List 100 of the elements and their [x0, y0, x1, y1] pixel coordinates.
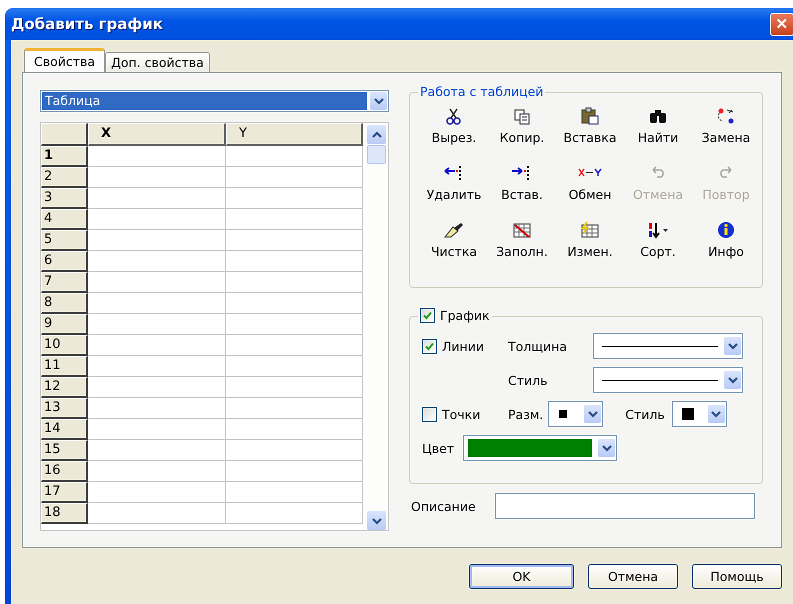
- row-header[interactable]: 8: [41, 293, 88, 314]
- table-cell[interactable]: [88, 167, 226, 188]
- row-header[interactable]: 11: [41, 356, 88, 377]
- table-cell[interactable]: [88, 251, 226, 272]
- scroll-up-icon[interactable]: [367, 125, 386, 144]
- checkbox-label: Точки: [442, 406, 480, 422]
- tab[interactable]: Свойства: [24, 48, 106, 72]
- table-cell[interactable]: [226, 230, 363, 251]
- table-cell[interactable]: [88, 482, 226, 503]
- field-label: Описание: [411, 498, 476, 514]
- row-header[interactable]: 3: [41, 188, 88, 209]
- table-cell[interactable]: [88, 293, 226, 314]
- table-cell[interactable]: [226, 209, 363, 230]
- corner-header: [41, 123, 88, 146]
- checkbox[interactable]: [422, 406, 437, 422]
- line-thickness-dropdown[interactable]: [593, 333, 743, 359]
- scroll-thumb[interactable]: [367, 145, 386, 164]
- table-cell[interactable]: [226, 461, 363, 482]
- table-cell[interactable]: [88, 209, 226, 230]
- row-header[interactable]: 9: [41, 314, 88, 335]
- toolbar-button[interactable]: Чистка: [420, 219, 488, 273]
- table-cell[interactable]: [88, 356, 226, 377]
- source-dropdown[interactable]: Таблица: [40, 90, 389, 112]
- description-field[interactable]: [494, 493, 755, 519]
- toolbar-button[interactable]: Копир.: [488, 105, 556, 159]
- scrollbar[interactable]: [365, 123, 388, 530]
- row-header[interactable]: 15: [41, 440, 88, 461]
- table-cell[interactable]: [226, 167, 363, 188]
- table-cell[interactable]: [226, 398, 363, 419]
- toolbar-button[interactable]: Встав.: [488, 162, 556, 216]
- checkbox[interactable]: [422, 338, 437, 354]
- table-cell[interactable]: [226, 482, 363, 503]
- checkmark-icon: [422, 310, 433, 321]
- table-cell[interactable]: [88, 314, 226, 335]
- checkbox-label: График: [440, 308, 490, 323]
- table-cell[interactable]: [226, 503, 363, 524]
- table-cell[interactable]: [226, 251, 363, 272]
- toolbar-button[interactable]: Вставка: [556, 105, 624, 159]
- row-header[interactable]: 14: [41, 419, 88, 440]
- table-cell[interactable]: [88, 419, 226, 440]
- data-grid[interactable]: X Y 1 2 3 4 5 6 7 8 9 10 11 12 13 14 15 16 17 18: [40, 122, 389, 531]
- table-cell[interactable]: [226, 272, 363, 293]
- table-cell[interactable]: [88, 146, 226, 167]
- table-cell[interactable]: [226, 146, 363, 167]
- dialog-button[interactable]: Помощь: [692, 564, 782, 589]
- toolbar-button[interactable]: Измен.: [556, 219, 624, 273]
- table-cell[interactable]: [88, 461, 226, 482]
- row-header[interactable]: 13: [41, 398, 88, 419]
- table-cell[interactable]: [226, 356, 363, 377]
- table-cell[interactable]: [226, 188, 363, 209]
- row-header[interactable]: 5: [41, 230, 88, 251]
- column-header[interactable]: Y: [226, 123, 363, 146]
- toolbar-button[interactable]: Обмен: [556, 162, 624, 216]
- scroll-down-icon[interactable]: [367, 511, 386, 530]
- dialog-button[interactable]: OK: [469, 564, 574, 589]
- row-header[interactable]: 2: [41, 167, 88, 188]
- table-cell[interactable]: [88, 188, 226, 209]
- toolbar-button[interactable]: Сорт.: [624, 219, 692, 273]
- tab[interactable]: Доп. свойства: [105, 52, 210, 72]
- field-label: Толщина: [508, 338, 568, 354]
- row-header[interactable]: 18: [41, 503, 88, 524]
- table-cell[interactable]: [226, 293, 363, 314]
- table-cell[interactable]: [226, 440, 363, 461]
- toolbar-button[interactable]: Найти: [624, 105, 692, 159]
- column-header[interactable]: X: [88, 123, 226, 146]
- toolbar-button[interactable]: Инфо: [692, 219, 760, 273]
- table-cell[interactable]: [88, 503, 226, 524]
- point-style-dropdown[interactable]: [672, 401, 727, 427]
- close-button[interactable]: ✕: [770, 12, 793, 36]
- row-header[interactable]: 4: [41, 209, 88, 230]
- row-header[interactable]: 16: [41, 461, 88, 482]
- toolbar-button[interactable]: Заполн.: [488, 219, 556, 273]
- row-header[interactable]: 17: [41, 482, 88, 503]
- row-header[interactable]: 12: [41, 377, 88, 398]
- table-cell[interactable]: [88, 398, 226, 419]
- row-header[interactable]: 7: [41, 272, 88, 293]
- checkmark-icon: [424, 340, 435, 352]
- row-header[interactable]: 10: [41, 335, 88, 356]
- table-cell[interactable]: [88, 440, 226, 461]
- color-dropdown[interactable]: [463, 435, 618, 461]
- table-cell[interactable]: [226, 419, 363, 440]
- table-cell[interactable]: [88, 377, 226, 398]
- dialog-button[interactable]: Отмена: [588, 564, 678, 589]
- table-cell[interactable]: [88, 230, 226, 251]
- toolbar-button[interactable]: Удалить: [420, 162, 488, 216]
- row-header[interactable]: 6: [41, 251, 88, 272]
- checkbox[interactable]: [420, 308, 435, 323]
- table-cell[interactable]: [88, 335, 226, 356]
- toolbar-button[interactable]: Вырез.: [420, 105, 488, 159]
- toolbar-button[interactable]: Замена: [692, 105, 760, 159]
- table-cell[interactable]: [226, 314, 363, 335]
- line-style-dropdown[interactable]: [593, 367, 743, 393]
- table-cell[interactable]: [226, 377, 363, 398]
- window-title: Добавить график: [11, 15, 163, 33]
- field-label: Стиль: [625, 406, 665, 422]
- field-label: Разм.: [508, 406, 544, 422]
- table-cell[interactable]: [88, 272, 226, 293]
- table-cell[interactable]: [226, 335, 363, 356]
- row-header[interactable]: 1: [41, 146, 88, 167]
- point-size-dropdown[interactable]: [548, 401, 604, 427]
